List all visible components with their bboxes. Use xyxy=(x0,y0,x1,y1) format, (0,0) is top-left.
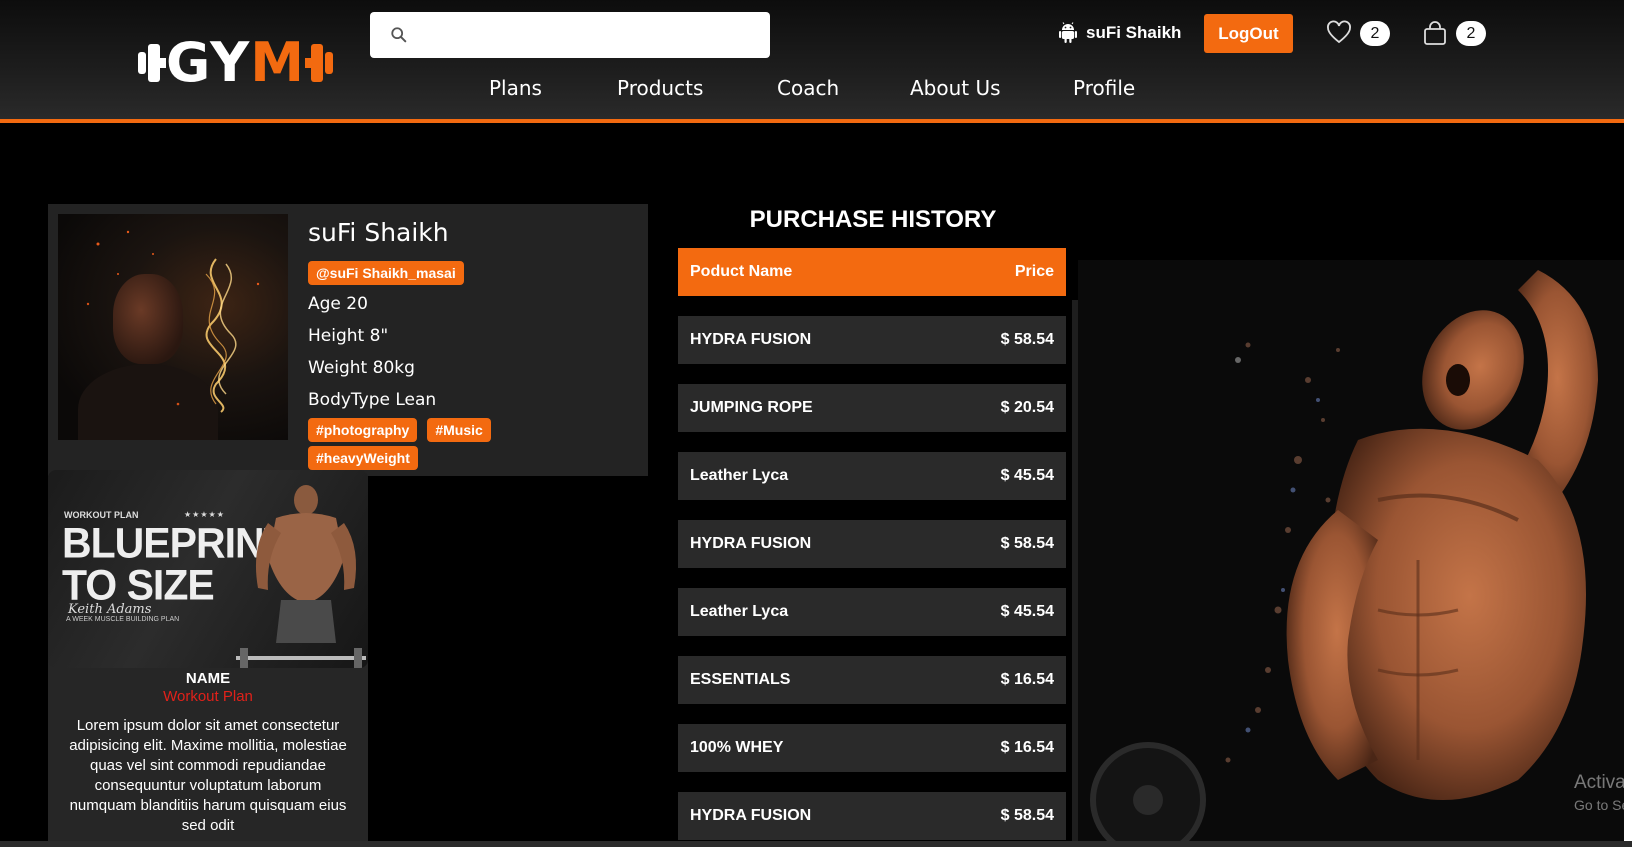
dumbbell-left-icon xyxy=(138,43,166,83)
table-row[interactable]: HYDRA FUSION $ 58.54 xyxy=(678,316,1066,364)
cart-button[interactable]: 2 xyxy=(1422,20,1486,46)
purchase-history-title: PURCHASE HISTORY xyxy=(749,206,997,233)
hashtag-photography[interactable]: #photography xyxy=(308,418,418,442)
site-header: GY M suFi Shaikh LogOut 2 2 Plans Produc… xyxy=(0,0,1624,123)
plan-type: Workout Plan xyxy=(163,688,253,705)
plan-description: Lorem ipsum dolor sit amet consectetur a… xyxy=(69,717,347,834)
row-product-name: HYDRA FUSION xyxy=(690,331,812,348)
column-header-product-name: Poduct Name xyxy=(690,263,793,280)
user-name: suFi Shaikh xyxy=(1086,23,1182,42)
table-row[interactable]: Leather Lyca $ 45.54 xyxy=(678,452,1066,500)
profile-handle-badge: @suFi Shaikh_masai xyxy=(308,261,464,285)
row-price: $ 45.54 xyxy=(1000,467,1054,484)
profile-info: suFi Shaikh @suFi Shaikh_masai Age 20 He… xyxy=(308,218,464,413)
wishlist-button[interactable]: 2 xyxy=(1326,20,1390,46)
windows-activation-watermark: Activa xyxy=(1574,772,1626,793)
nav-item-about-us[interactable]: About Us xyxy=(910,76,1001,100)
wishlist-count-badge: 2 xyxy=(1360,20,1390,46)
logout-button[interactable]: LogOut xyxy=(1204,14,1293,53)
table-row[interactable]: 100% WHEY $ 16.54 xyxy=(678,724,1066,772)
profile-photo xyxy=(58,214,288,440)
row-price: $ 16.54 xyxy=(1000,671,1054,688)
workout-plan-image: WORKOUT PLAN ★★★★★ BLUEPRINT TO SIZE Kei… xyxy=(48,470,368,668)
logo-text-accent: M xyxy=(250,31,305,94)
row-price: $ 58.54 xyxy=(1000,331,1054,348)
search-input[interactable] xyxy=(416,20,756,50)
purchase-history-header: Poduct Name Price xyxy=(678,248,1066,296)
window-edge xyxy=(1624,0,1632,847)
dumbbell-right-icon xyxy=(305,43,333,83)
user-menu[interactable]: suFi Shaikh xyxy=(1058,20,1181,46)
plan-image-subtitle: A WEEK MUSCLE BUILDING PLAN xyxy=(66,616,180,623)
row-price: $ 58.54 xyxy=(1000,807,1054,824)
bodybuilder-figure xyxy=(236,485,366,668)
row-product-name: Leather Lyca xyxy=(690,467,789,484)
workout-plan-card[interactable]: WORKOUT PLAN ★★★★★ BLUEPRINT TO SIZE Kei… xyxy=(48,470,368,847)
row-price: $ 58.54 xyxy=(1000,535,1054,552)
row-price: $ 16.54 xyxy=(1000,739,1054,756)
profile-body-type: BodyType Lean xyxy=(308,390,437,410)
hashtag-heavyweight[interactable]: #heavyWeight xyxy=(308,446,418,470)
cart-count-badge: 2 xyxy=(1456,20,1486,46)
logo-text-white: GY xyxy=(166,31,251,94)
bottom-edge xyxy=(0,841,1632,847)
search-bar xyxy=(370,12,770,58)
android-icon xyxy=(1059,22,1077,43)
table-row[interactable]: HYDRA FUSION $ 58.54 xyxy=(678,520,1066,568)
nav-item-products[interactable]: Products xyxy=(617,76,703,100)
row-product-name: HYDRA FUSION xyxy=(690,535,812,552)
profile-height: Height 8" xyxy=(308,326,389,346)
table-row[interactable]: Leather Lyca $ 45.54 xyxy=(678,588,1066,636)
nav-item-plans[interactable]: Plans xyxy=(489,76,542,100)
table-row[interactable]: JUMPING ROPE $ 20.54 xyxy=(678,384,1066,432)
row-price: $ 45.54 xyxy=(1000,603,1054,620)
profile-age: Age 20 xyxy=(308,294,368,314)
row-price: $ 20.54 xyxy=(1000,399,1054,416)
row-product-name: JUMPING ROPE xyxy=(690,399,813,416)
nav-item-coach[interactable]: Coach xyxy=(777,76,839,100)
nav-item-profile[interactable]: Profile xyxy=(1073,76,1135,100)
table-row[interactable]: HYDRA FUSION $ 58.54 xyxy=(678,792,1066,840)
hashtag-music[interactable]: #Music xyxy=(427,418,491,442)
logo-wordmark: GY M xyxy=(166,31,305,94)
plan-image-author: Keith Adams xyxy=(68,602,152,617)
column-header-price: Price xyxy=(1014,263,1054,280)
profile-card: suFi Shaikh @suFi Shaikh_masai Age 20 He… xyxy=(48,204,648,476)
row-product-name: ESSENTIALS xyxy=(690,671,791,688)
profile-weight: Weight 80kg xyxy=(308,358,415,378)
windows-activation-subtext: Go to Se xyxy=(1574,797,1630,813)
plan-image-stars: ★★★★★ xyxy=(184,510,225,519)
table-row[interactable]: ESSENTIALS $ 16.54 xyxy=(678,656,1066,704)
purchase-history-table: Poduct Name Price HYDRA FUSION $ 58.54 J… xyxy=(678,248,1066,840)
row-product-name: 100% WHEY xyxy=(690,739,784,756)
heart-icon xyxy=(1327,20,1351,44)
search-icon[interactable] xyxy=(390,26,408,44)
plan-name: NAME xyxy=(185,670,231,687)
shopping-bag-icon xyxy=(1424,21,1446,45)
row-product-name: HYDRA FUSION xyxy=(690,807,812,824)
profile-name: suFi Shaikh xyxy=(308,218,449,247)
row-product-name: Leather Lyca xyxy=(690,603,789,620)
gym-logo[interactable]: GY M xyxy=(138,31,340,94)
hero-bodybuilder-image xyxy=(1078,260,1624,847)
hashtag-list: #photography #Music #heavyWeight xyxy=(308,418,548,470)
